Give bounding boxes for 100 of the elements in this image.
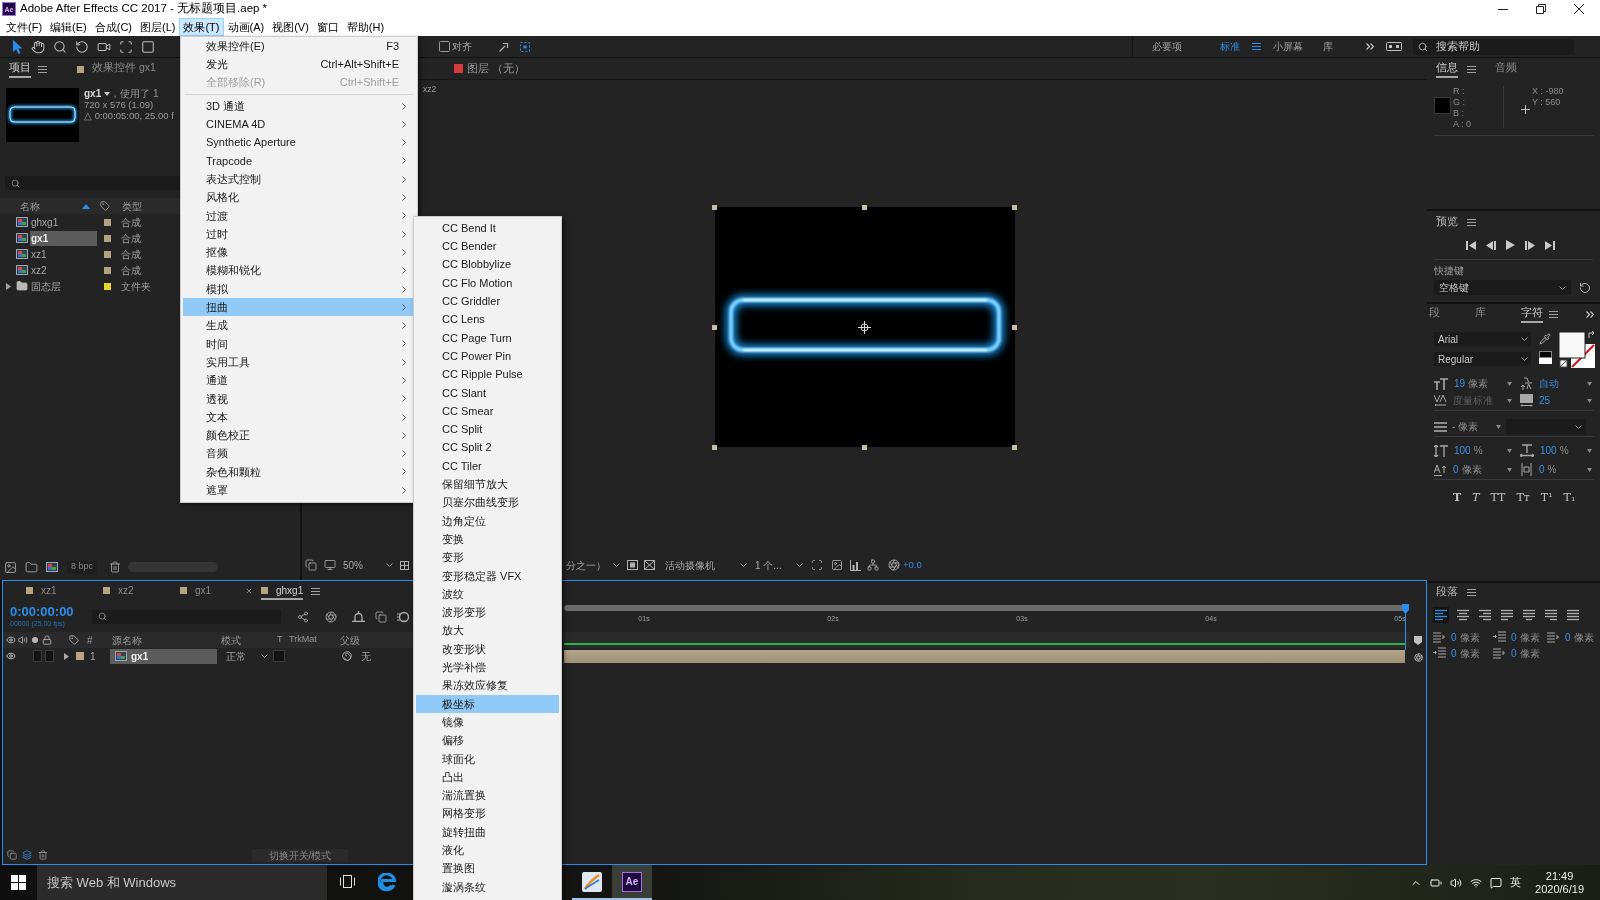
menu-bar-item[interactable]: 合成(C)	[90, 18, 136, 36]
toggle-switches-button[interactable]: 切换开关/模式	[252, 848, 348, 862]
layers-icon[interactable]	[22, 850, 32, 860]
menu-item[interactable]: 模糊和锐化	[183, 261, 415, 280]
menu-item[interactable]: 光学补偿	[416, 658, 559, 677]
help-search-field[interactable]: 搜索帮助	[1413, 38, 1574, 55]
transform-handle[interactable]	[1012, 444, 1017, 450]
menu-item[interactable]: 模拟	[183, 279, 415, 299]
menu-bar-item[interactable]: 效果(T)	[179, 18, 224, 36]
panel-menu-icon[interactable]	[1467, 588, 1476, 596]
menu-bar-item[interactable]: 帮助(H)	[342, 18, 389, 36]
panel-tab[interactable]: 信息	[1436, 60, 1458, 78]
menu-bar-item[interactable]: 编辑(E)	[46, 18, 91, 36]
panel-tab[interactable]: 图层 （无）	[467, 60, 525, 77]
tab-color-icon[interactable]	[77, 65, 84, 73]
start-icon[interactable]	[11, 875, 26, 890]
battery-icon[interactable]	[1430, 876, 1443, 889]
more-panels-icon[interactable]	[1586, 310, 1594, 318]
minimize-icon[interactable]	[1498, 8, 1508, 10]
text-style-button[interactable]: TT	[1488, 491, 1508, 503]
label-color-icon[interactable]	[76, 652, 84, 660]
collapsed-caret-icon[interactable]	[6, 282, 11, 290]
transform-handle[interactable]	[712, 324, 717, 330]
indent-value[interactable]: 0	[1565, 629, 1571, 645]
clock-date[interactable]: 2020/6/19	[1535, 882, 1584, 896]
reset-icon[interactable]	[1579, 281, 1591, 294]
eyedropper-icon[interactable]	[1539, 333, 1551, 345]
panel-menu-icon[interactable]	[1252, 43, 1261, 50]
previous-frame-icon[interactable]	[1486, 240, 1496, 250]
overlapping-squares-icon[interactable]	[7, 850, 17, 860]
column-header[interactable]: 类型	[122, 198, 142, 214]
aperture-icon[interactable]	[888, 559, 900, 571]
rotate-icon[interactable]	[75, 39, 89, 54]
item-name[interactable]: 固态层	[30, 278, 97, 294]
panel-menu-icon[interactable]	[1549, 310, 1558, 318]
menu-item[interactable]: Trapcode	[183, 151, 415, 171]
workspace-tab[interactable]: 标准	[1220, 39, 1240, 54]
menu-item[interactable]: 边角定位	[416, 511, 559, 531]
sort-ascending-icon[interactable]	[82, 203, 90, 209]
zoom-icon[interactable]	[53, 39, 67, 54]
item-name[interactable]: gx1	[30, 230, 97, 246]
dashed-box-icon[interactable]	[520, 41, 530, 52]
transform-handle[interactable]	[712, 444, 717, 450]
menu-item[interactable]: 杂色和颗粒	[183, 462, 415, 482]
taskbar-button[interactable]: Ae	[612, 865, 652, 900]
message-icon[interactable]	[1490, 876, 1503, 889]
font-style-dropdown[interactable]: Regular	[1434, 352, 1531, 366]
layer-name-cell[interactable]: gx1	[110, 648, 217, 664]
wifi-icon[interactable]	[1470, 876, 1483, 889]
transform-handle[interactable]	[1012, 204, 1017, 210]
tag-icon[interactable]	[100, 201, 110, 211]
menu-item[interactable]: 过时	[183, 224, 415, 244]
menu-item[interactable]: CC Lens	[416, 310, 559, 329]
label-color-icon[interactable]	[104, 218, 111, 226]
workspace-tab[interactable]: 必要项	[1152, 39, 1182, 54]
last-frame-icon[interactable]	[1545, 240, 1555, 250]
menu-item[interactable]: CINEMA 4D	[183, 115, 415, 134]
text-style-button[interactable]: T₁	[1561, 491, 1578, 503]
square-in-frame-icon[interactable]	[627, 560, 638, 570]
fill-stroke-swatch-icon[interactable]	[1557, 330, 1597, 368]
dropdown-arrow-icon[interactable]	[1507, 448, 1512, 453]
menu-item[interactable]: 贝塞尔曲线变形	[416, 493, 559, 512]
timeline-tab[interactable]: xz2	[103, 582, 134, 600]
new-folder-icon[interactable]	[25, 560, 38, 574]
breadcrumb-link[interactable]: xz2	[423, 82, 437, 96]
menu-item[interactable]: 颜色校正	[183, 426, 415, 445]
tag-icon[interactable]	[69, 635, 79, 645]
arrow-pointer-icon[interactable]	[13, 39, 23, 54]
checkbox-icon[interactable]	[439, 41, 450, 52]
overlapping-squares-icon[interactable]	[375, 610, 387, 623]
align-justify-right-icon[interactable]	[1543, 607, 1559, 623]
menu-bar-item[interactable]: 文件(F)	[2, 18, 47, 36]
menu-item[interactable]: CC Flo Motion	[416, 273, 559, 293]
label-color-icon[interactable]	[104, 282, 111, 290]
zoom-dropdown[interactable]: 50%	[341, 557, 395, 573]
text-style-button[interactable]: T	[1451, 491, 1464, 503]
panel-tab[interactable]: 效果控件 gx1	[92, 60, 156, 78]
caret-icon[interactable]	[104, 91, 111, 96]
menu-item[interactable]: 放大	[416, 621, 559, 640]
menu-item[interactable]: 镜像	[416, 713, 559, 732]
menu-item[interactable]: 生成	[183, 316, 415, 335]
hand-icon[interactable]	[31, 39, 45, 54]
aperture-icon[interactable]	[325, 610, 337, 623]
menu-item[interactable]: 凸出	[416, 767, 559, 787]
menu-bar-item[interactable]: 窗口	[312, 18, 343, 36]
input-method-indicator[interactable]: 英	[1510, 874, 1522, 891]
next-frame-icon[interactable]	[1525, 240, 1535, 250]
timecode[interactable]: 0:00:00:00	[10, 605, 92, 619]
item-name[interactable]: ghxg1	[30, 214, 97, 230]
menu-item[interactable]: CC Page Turn	[416, 328, 559, 348]
volume-icon[interactable]	[1450, 876, 1463, 889]
flowchart-icon[interactable]	[867, 559, 879, 571]
menu-item[interactable]: 波形变形	[416, 603, 559, 622]
metric-value[interactable]: 100	[1454, 443, 1471, 458]
item-name[interactable]: xz1	[30, 246, 97, 262]
aperture-icon[interactable]	[1413, 653, 1423, 662]
text-style-button[interactable]: T¹	[1538, 491, 1555, 503]
menu-item[interactable]: 文本	[183, 407, 415, 427]
crossed-box-icon[interactable]	[644, 560, 655, 570]
transform-handle[interactable]	[712, 204, 717, 210]
